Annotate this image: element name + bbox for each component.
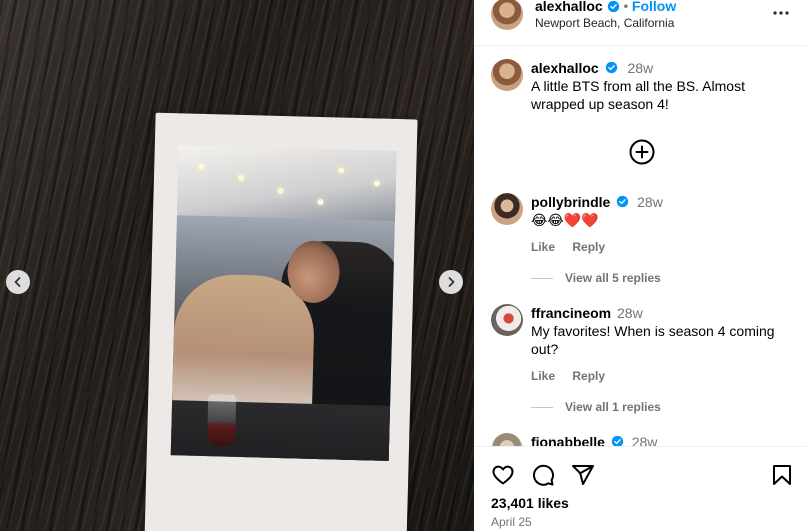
heart-icon[interactable] bbox=[491, 463, 515, 487]
next-image-button[interactable] bbox=[439, 270, 463, 294]
polaroid-photo bbox=[144, 112, 418, 531]
post-header: alexhalloc • Follow Newport Beach, Calif… bbox=[474, 0, 807, 46]
verified-badge-icon bbox=[617, 195, 629, 208]
comment-username[interactable]: fionabbelle bbox=[531, 434, 605, 446]
likes-count[interactable]: 23,401 likes bbox=[491, 495, 569, 511]
like-comment-button[interactable]: Like bbox=[531, 240, 555, 254]
chevron-right-icon bbox=[448, 277, 455, 287]
view-replies-label: View all 1 replies bbox=[565, 400, 661, 414]
like-comment-button[interactable]: Like bbox=[531, 369, 555, 383]
separator-dot: • bbox=[623, 0, 628, 13]
comment-icon[interactable] bbox=[531, 463, 555, 487]
comment-username[interactable]: pollybrindle bbox=[531, 194, 610, 210]
caption-text: A little BTS from all the BS. Almost wra… bbox=[531, 78, 745, 112]
avatar[interactable] bbox=[491, 433, 523, 446]
reply-button[interactable]: Reply bbox=[572, 369, 605, 383]
view-replies-label: View all 5 replies bbox=[565, 271, 661, 285]
avatar[interactable] bbox=[491, 193, 523, 225]
verified-badge-icon bbox=[605, 61, 617, 74]
avatar[interactable] bbox=[491, 0, 523, 30]
share-icon[interactable] bbox=[571, 463, 595, 487]
caption-username[interactable]: alexhalloc bbox=[531, 60, 599, 76]
comment-text: 😂😂❤️❤️ bbox=[531, 212, 599, 228]
photo-image bbox=[170, 145, 397, 461]
avatar[interactable] bbox=[491, 304, 523, 336]
verified-badge-icon bbox=[607, 0, 619, 12]
follow-button[interactable]: Follow bbox=[632, 0, 676, 14]
post-date[interactable]: April 25 bbox=[491, 515, 532, 529]
comment-text: My favorites! When is season 4 coming ou… bbox=[531, 323, 775, 357]
chevron-left-icon bbox=[14, 277, 21, 287]
divider bbox=[531, 277, 553, 279]
avatar[interactable] bbox=[491, 59, 523, 91]
verified-badge-icon bbox=[611, 435, 623, 446]
post-panel: alexhalloc • Follow Newport Beach, Calif… bbox=[474, 0, 807, 531]
username-link[interactable]: alexhalloc bbox=[535, 0, 603, 14]
comment-username[interactable]: ffrancineom bbox=[531, 305, 611, 321]
more-options-icon[interactable] bbox=[771, 6, 791, 20]
comment-time: 28w bbox=[637, 194, 663, 210]
view-replies-button[interactable]: View all 1 replies bbox=[531, 400, 661, 414]
divider bbox=[531, 406, 553, 408]
comment-time: 28w bbox=[631, 434, 658, 446]
previous-image-button[interactable] bbox=[6, 270, 30, 294]
bookmark-icon[interactable] bbox=[770, 463, 794, 487]
caption-time: 28w bbox=[627, 60, 654, 76]
location-link[interactable]: Newport Beach, California bbox=[535, 16, 674, 30]
reply-button[interactable]: Reply bbox=[572, 240, 605, 254]
comments-section[interactable]: alexhalloc 28w A little BTS from all the… bbox=[474, 47, 807, 446]
comment-time: 28w bbox=[617, 305, 643, 321]
view-replies-button[interactable]: View all 5 replies bbox=[531, 271, 661, 285]
post-media bbox=[0, 0, 474, 531]
add-circle-icon[interactable] bbox=[628, 138, 656, 166]
post-footer: 23,401 likes April 25 bbox=[474, 446, 807, 531]
